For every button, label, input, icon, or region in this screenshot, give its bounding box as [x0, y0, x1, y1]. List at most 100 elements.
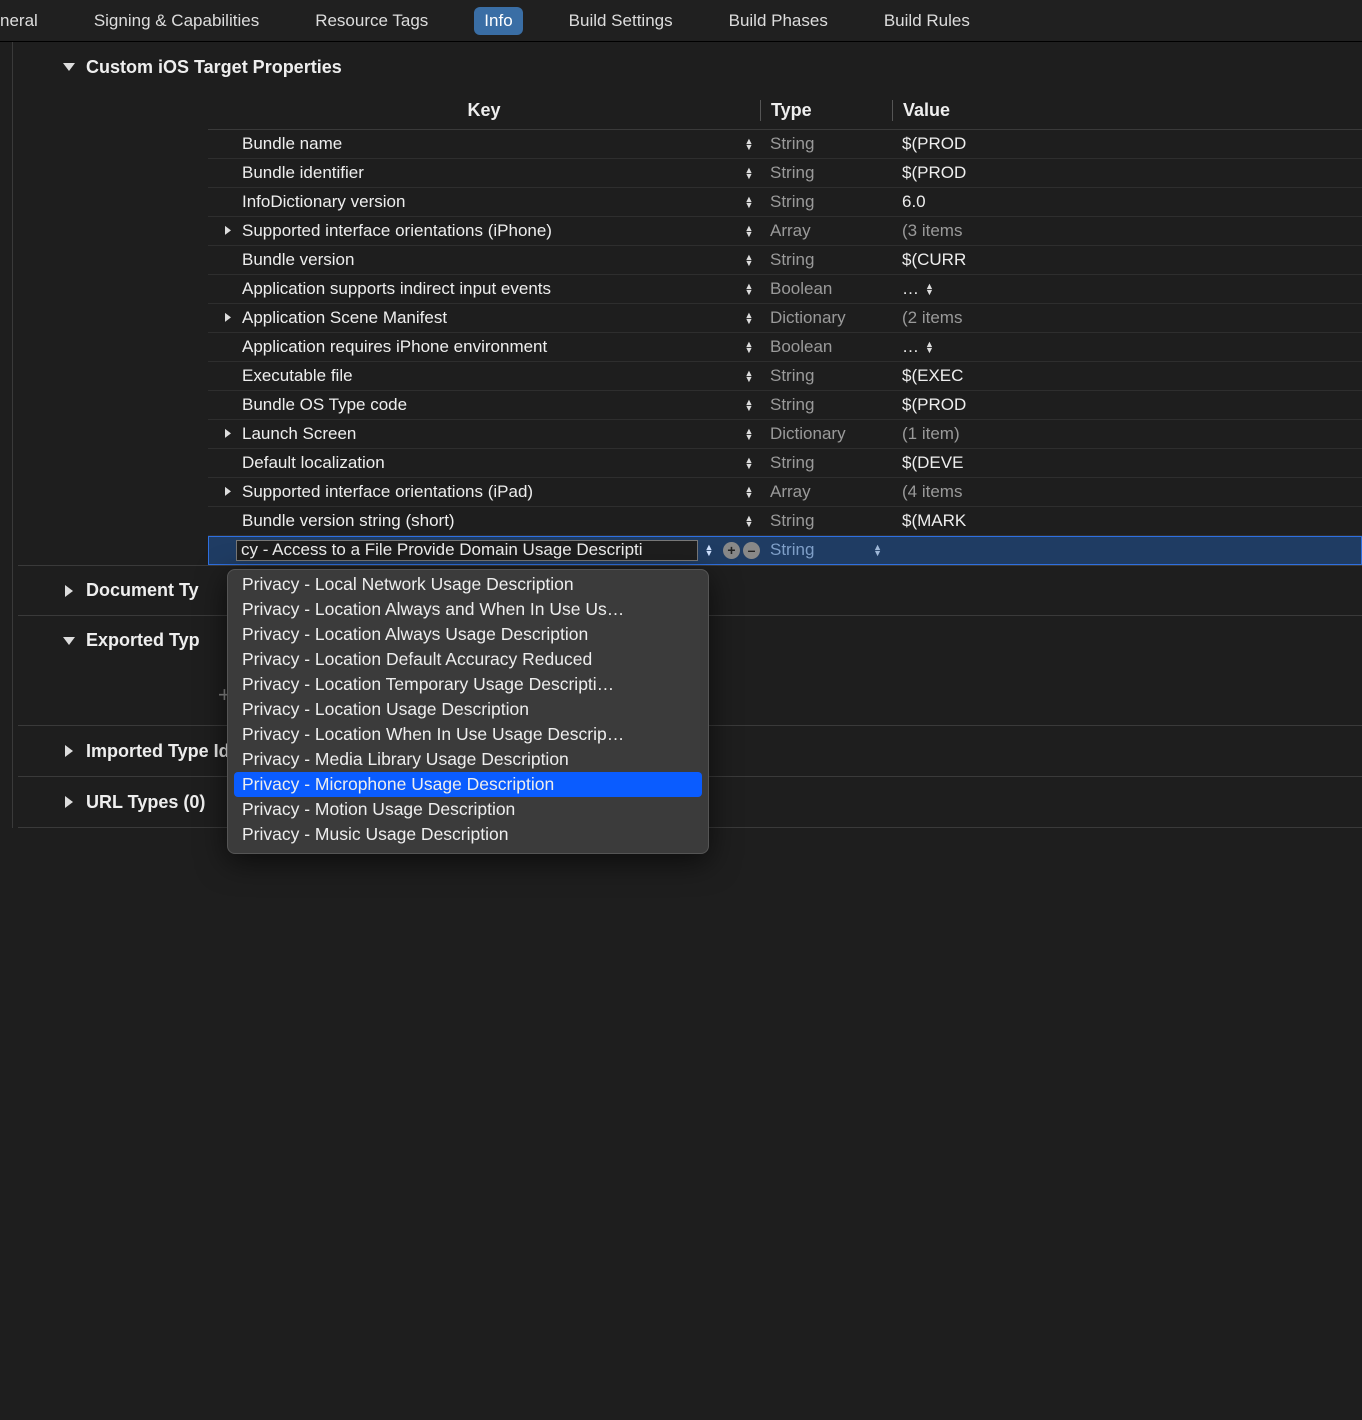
- key-label: Bundle OS Type code: [242, 395, 738, 415]
- plist-row[interactable]: Bundle identifier▲▼String$(PROD: [208, 159, 1362, 188]
- type-label: Array: [760, 221, 892, 241]
- value-label: (2 items: [892, 308, 972, 328]
- plist-row[interactable]: InfoDictionary version▲▼String6.0: [208, 188, 1362, 217]
- type-label: String: [760, 453, 892, 473]
- plist-row[interactable]: Bundle name▲▼String$(PROD: [208, 130, 1362, 159]
- dropdown-option[interactable]: Privacy - Location Default Accuracy Redu…: [228, 647, 708, 672]
- value-label: $(CURR: [892, 250, 972, 270]
- stepper-icon[interactable]: ▲▼: [738, 486, 760, 498]
- key-label: Bundle version: [242, 250, 738, 270]
- stepper-icon[interactable]: ▲▼: [698, 544, 720, 556]
- stepper-icon[interactable]: ▲▼: [738, 196, 760, 208]
- dropdown-option[interactable]: Privacy - Location Always Usage Descript…: [228, 622, 708, 647]
- col-value: Value: [903, 100, 950, 121]
- plist-row[interactable]: Application Scene Manifest▲▼Dictionary(2…: [208, 304, 1362, 333]
- key-label: Bundle name: [242, 134, 738, 154]
- value-label: $(PROD: [892, 134, 972, 154]
- tab-resource-tags[interactable]: Resource Tags: [305, 7, 438, 35]
- stepper-icon[interactable]: ▲▼: [738, 283, 760, 295]
- value-label: $(PROD: [892, 395, 972, 415]
- tab-general[interactable]: neral: [0, 7, 48, 35]
- dropdown-option[interactable]: Privacy - Location When In Use Usage Des…: [228, 722, 708, 747]
- dropdown-option[interactable]: Privacy - Motion Usage Description: [228, 797, 708, 822]
- key-label: Bundle identifier: [242, 163, 738, 183]
- stepper-icon[interactable]: ▲▼: [738, 370, 760, 382]
- type-label: Dictionary: [760, 424, 892, 444]
- dropdown-option[interactable]: Privacy - Location Temporary Usage Descr…: [228, 672, 708, 697]
- value-stepper-icon[interactable]: ▲▼: [925, 283, 934, 295]
- stepper-icon[interactable]: ▲▼: [738, 428, 760, 440]
- stepper-icon[interactable]: ▲▼: [738, 138, 760, 150]
- chevron-right-icon: [62, 584, 76, 598]
- value-stepper-icon[interactable]: ▲▼: [925, 341, 934, 353]
- value-label: $(MARK: [892, 511, 972, 531]
- type-label: Boolean: [760, 337, 892, 357]
- dropdown-option[interactable]: Privacy - Media Library Usage Descriptio…: [228, 747, 708, 772]
- tab-build-rules[interactable]: Build Rules: [874, 7, 980, 35]
- plist-row[interactable]: Supported interface orientations (iPhone…: [208, 217, 1362, 246]
- stepper-icon[interactable]: ▲▼: [738, 341, 760, 353]
- key-label: Application supports indirect input even…: [242, 279, 738, 299]
- add-row-button[interactable]: [723, 542, 740, 559]
- remove-row-button[interactable]: [743, 542, 760, 559]
- dropdown-option[interactable]: Privacy - Music Usage Description: [228, 822, 708, 847]
- type-label: String: [760, 395, 892, 415]
- disclosure-triangle-icon[interactable]: [214, 427, 242, 442]
- key-label: Application Scene Manifest: [242, 308, 738, 328]
- disclosure-triangle-icon[interactable]: [214, 311, 242, 326]
- type-label: String: [770, 540, 814, 560]
- key-label: InfoDictionary version: [242, 192, 738, 212]
- plist-row[interactable]: Supported interface orientations (iPad)▲…: [208, 478, 1362, 507]
- stepper-icon[interactable]: ▲▼: [738, 254, 760, 266]
- plist-table: Key Type Value Bundle name▲▼String$(PROD…: [18, 92, 1362, 565]
- chevron-right-icon: [62, 795, 76, 809]
- col-key: Key: [208, 100, 760, 121]
- type-label: String: [760, 511, 892, 531]
- chevron-right-icon: [62, 744, 76, 758]
- stepper-icon[interactable]: ▲▼: [738, 399, 760, 411]
- plist-row[interactable]: Executable file▲▼String$(EXEC: [208, 362, 1362, 391]
- stepper-icon[interactable]: ▲▼: [738, 167, 760, 179]
- key-label: Application requires iPhone environment: [242, 337, 738, 357]
- tab-signing[interactable]: Signing & Capabilities: [84, 7, 269, 35]
- value-label: $(EXEC: [892, 366, 972, 386]
- section-title: Document Ty: [86, 580, 199, 601]
- type-label: String: [760, 366, 892, 386]
- editor-tabbar: neral Signing & Capabilities Resource Ta…: [0, 0, 1362, 42]
- stepper-icon[interactable]: ▲▼: [738, 225, 760, 237]
- col-type: Type: [771, 100, 812, 121]
- value-label: …▲▼: [892, 279, 972, 299]
- dropdown-option[interactable]: Privacy - Microphone Usage Description: [234, 772, 702, 797]
- dropdown-option[interactable]: Privacy - Location Usage Description: [228, 697, 708, 722]
- stepper-icon[interactable]: ▲▼: [738, 457, 760, 469]
- key-autocomplete-dropdown[interactable]: Privacy - Local Network Usage Descriptio…: [227, 569, 709, 854]
- disclosure-triangle-icon[interactable]: [214, 224, 242, 239]
- plist-row-editing[interactable]: cy - Access to a File Provide Domain Usa…: [208, 536, 1362, 565]
- key-label: Bundle version string (short): [242, 511, 738, 531]
- key-edit-input[interactable]: cy - Access to a File Provide Domain Usa…: [236, 540, 698, 561]
- plist-row[interactable]: Application requires iPhone environment▲…: [208, 333, 1362, 362]
- section-custom-ios-props[interactable]: Custom iOS Target Properties: [18, 42, 1362, 92]
- stepper-icon[interactable]: ▲▼: [738, 312, 760, 324]
- type-label: Array: [760, 482, 892, 502]
- value-label: (1 item): [892, 424, 972, 444]
- section-title: Custom iOS Target Properties: [86, 57, 342, 78]
- plist-row[interactable]: Launch Screen▲▼Dictionary(1 item): [208, 420, 1362, 449]
- key-label: Default localization: [242, 453, 738, 473]
- plist-row[interactable]: Bundle version string (short)▲▼String$(M…: [208, 507, 1362, 536]
- value-label: (3 items: [892, 221, 972, 241]
- tab-info[interactable]: Info: [474, 7, 522, 35]
- plist-row[interactable]: Bundle version▲▼String$(CURR: [208, 246, 1362, 275]
- type-stepper-icon[interactable]: ▲▼: [873, 544, 882, 556]
- disclosure-triangle-icon[interactable]: [214, 485, 242, 500]
- stepper-icon[interactable]: ▲▼: [738, 515, 760, 527]
- section-title: Exported Typ: [86, 630, 200, 651]
- plist-row[interactable]: Application supports indirect input even…: [208, 275, 1362, 304]
- tab-build-settings[interactable]: Build Settings: [559, 7, 683, 35]
- plist-row[interactable]: Default localization▲▼String$(DEVE: [208, 449, 1362, 478]
- dropdown-option[interactable]: Privacy - Location Always and When In Us…: [228, 597, 708, 622]
- dropdown-option[interactable]: Privacy - Local Network Usage Descriptio…: [228, 572, 708, 597]
- tab-build-phases[interactable]: Build Phases: [719, 7, 838, 35]
- value-label: $(PROD: [892, 163, 972, 183]
- plist-row[interactable]: Bundle OS Type code▲▼String$(PROD: [208, 391, 1362, 420]
